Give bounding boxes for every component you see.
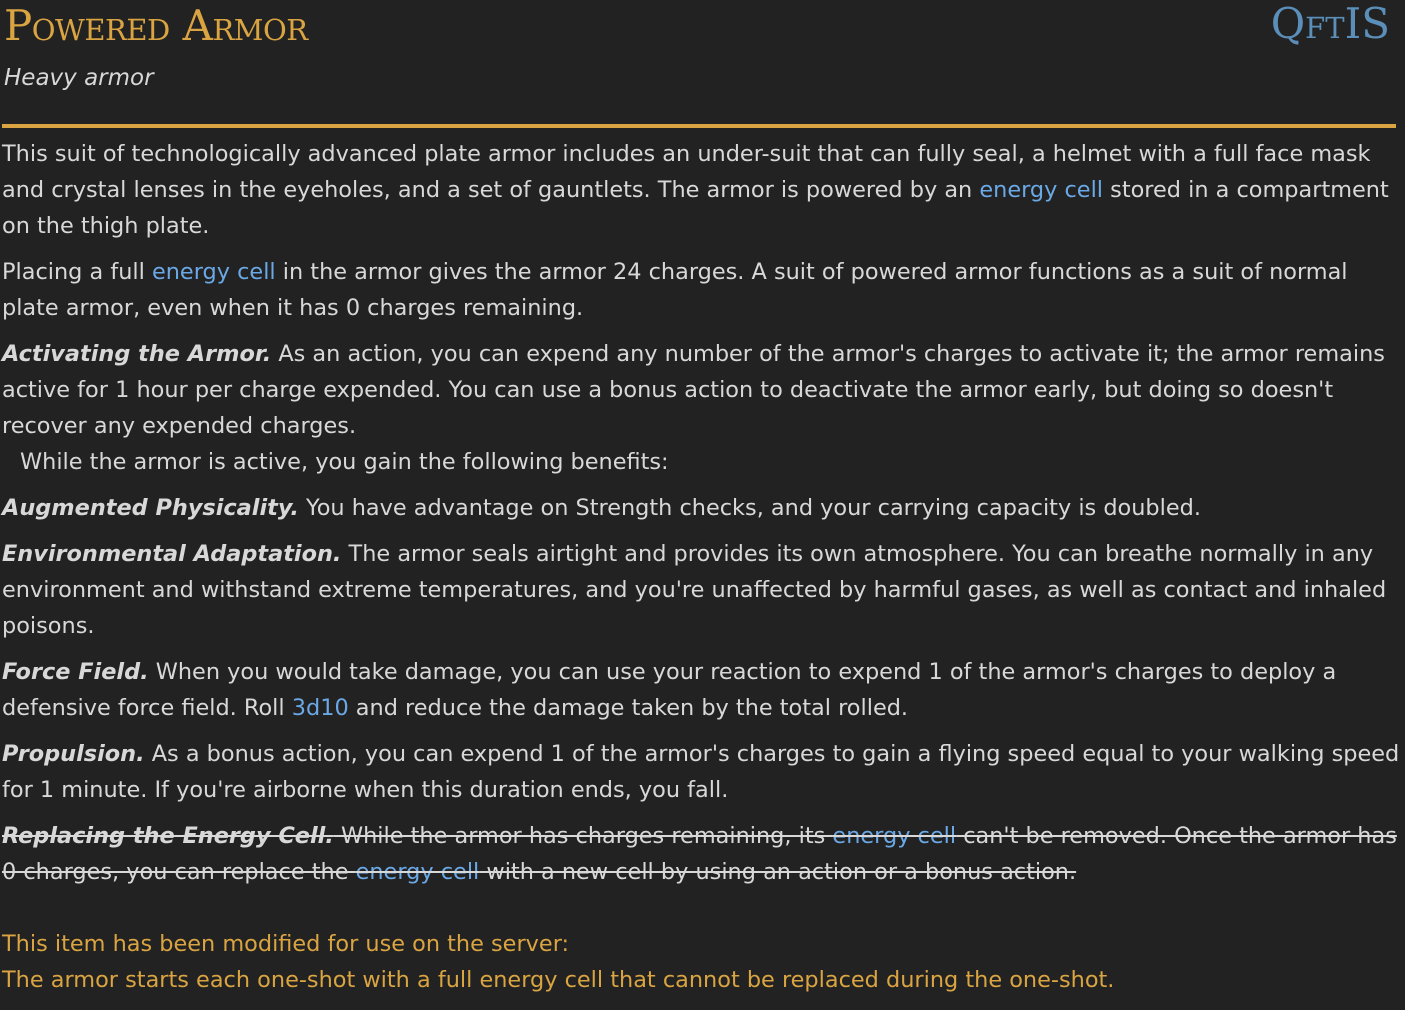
environmental-title: Environmental Adaptation. <box>2 541 342 567</box>
propulsion-text: As a bonus action, you can expend 1 of t… <box>2 741 1400 803</box>
forcefield-text-b: and reduce the damage taken by the total… <box>348 695 909 721</box>
modification-text: The armor starts each one-shot with a fu… <box>2 967 1115 993</box>
item-subtitle: Heavy armor <box>4 65 154 91</box>
energy-cell-link[interactable]: energy cell <box>979 177 1103 203</box>
activating-title: Activating the Armor. <box>2 341 272 367</box>
energy-cell-link[interactable]: energy cell <box>356 859 480 885</box>
energy-cell-link[interactable]: energy cell <box>152 259 276 285</box>
energy-cell-link[interactable]: energy cell <box>832 823 956 849</box>
replacing-entry: Replacing the Energy Cell. While the arm… <box>2 818 1402 890</box>
p2-text-a: Placing a full <box>2 259 152 285</box>
item-description: This suit of technologically advanced pl… <box>2 136 1402 998</box>
modification-heading: This item has been modified for use on t… <box>2 931 570 957</box>
item-header: Powered Armor QftIS Heavy armor <box>2 0 1398 112</box>
environmental-entry: Environmental Adaptation. The armor seal… <box>2 536 1402 644</box>
item-title: Powered Armor <box>4 1 308 50</box>
forcefield-title: Force Field. <box>2 659 149 685</box>
activating-entry: Activating the Armor. As an action, you … <box>2 336 1402 444</box>
augmented-text: You have advantage on Strength checks, a… <box>298 495 1201 521</box>
dice-roll-link[interactable]: 3d10 <box>292 695 349 721</box>
description-paragraph-2: Placing a full energy cell in the armor … <box>2 254 1402 326</box>
forcefield-entry: Force Field. When you would take damage,… <box>2 654 1402 726</box>
server-modification-note: This item has been modified for use on t… <box>2 926 1402 998</box>
source-link[interactable]: QftIS <box>1271 0 1390 48</box>
augmented-title: Augmented Physicality. <box>2 495 299 521</box>
header-divider <box>2 124 1396 128</box>
replacing-title: Replacing the Energy Cell. <box>2 823 334 849</box>
replacing-text-c: with a new cell by using an action or a … <box>479 859 1077 885</box>
propulsion-title: Propulsion. <box>2 741 145 767</box>
description-paragraph-1: This suit of technologically advanced pl… <box>2 136 1402 244</box>
activating-followup: While the armor is active, you gain the … <box>20 449 669 475</box>
propulsion-entry: Propulsion. As a bonus action, you can e… <box>2 736 1402 808</box>
augmented-entry: Augmented Physicality. You have advantag… <box>2 490 1402 526</box>
replacing-text-a: While the armor has charges remaining, i… <box>333 823 833 849</box>
item-page: Powered Armor QftIS Heavy armor This sui… <box>2 0 1399 993</box>
